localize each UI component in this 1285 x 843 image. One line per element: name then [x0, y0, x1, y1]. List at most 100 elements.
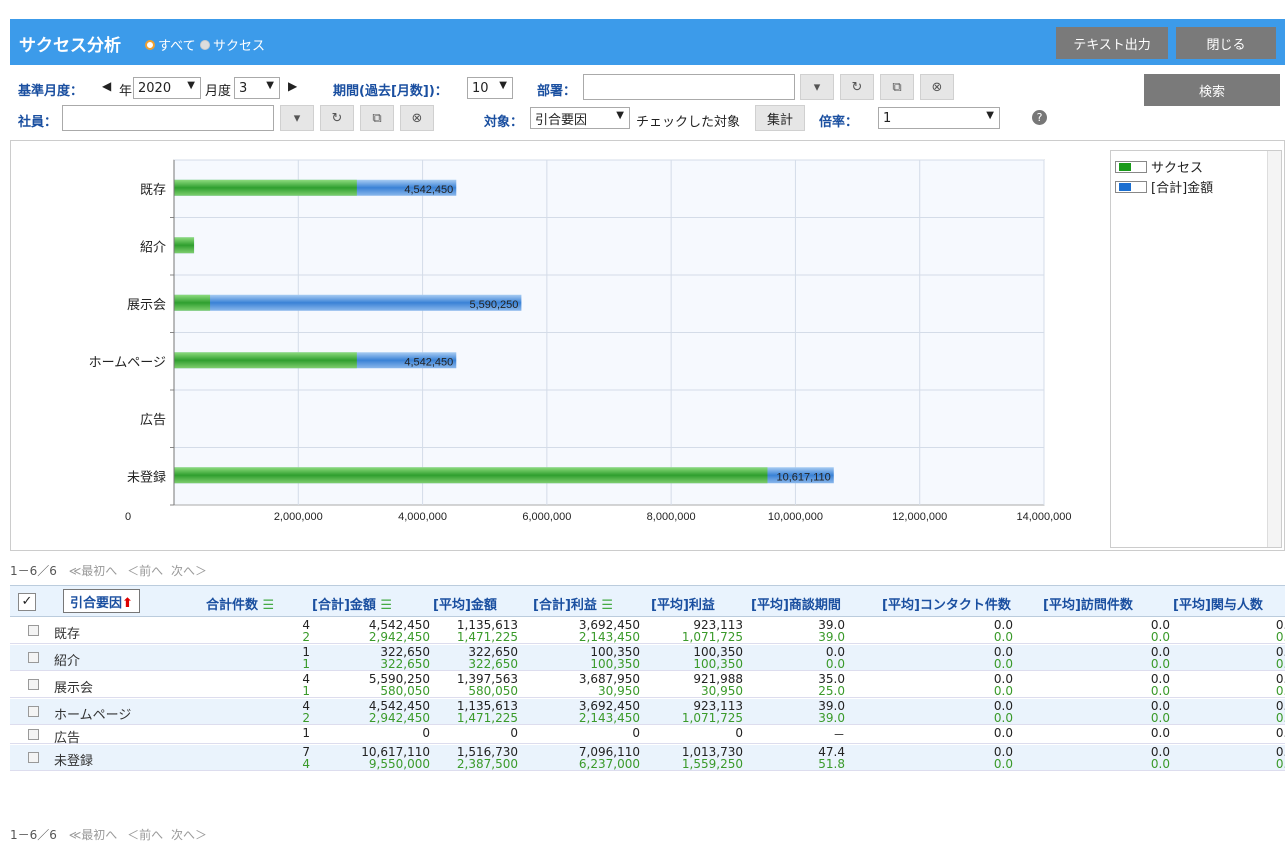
pager-next[interactable]: 次へ＞ [171, 828, 207, 842]
cell-success-value: 0.0 [1150, 757, 1170, 771]
next-month-icon[interactable]: ▶ [288, 79, 297, 93]
header-avg-profit[interactable]: [平均]利益 [651, 594, 715, 613]
legend-label: サクセス [1151, 161, 1204, 176]
year-value: 2020 [138, 80, 172, 96]
employee-dropdown-icon[interactable]: ▾ [280, 105, 314, 131]
cell-success-value: 0.0 [1150, 711, 1170, 725]
radio-all[interactable]: すべて [145, 35, 196, 54]
header-avg-period[interactable]: [平均]商談期間 [751, 594, 841, 613]
header-avg-visits[interactable]: [平均]訪問件数 [1043, 594, 1133, 613]
checked-target-label: チェックした対象 [636, 115, 741, 130]
cell-value: 0 [735, 726, 743, 740]
pager-bottom: 1－6／6 ≪最初へ ＜前へ 次へ＞ [10, 826, 207, 843]
help-icon[interactable]: ? [1032, 110, 1047, 125]
table-row[interactable]: 紹介 1 322,650 322,650 100,350 100,350 0.0 0.0 0.0… [10, 645, 1285, 671]
row-checkbox[interactable] [28, 706, 39, 717]
table-header: ✓ 引合要因⬆ 合計件数 ☰ [合計]金額 ☰ [平均]金額 [合計]利益 ☰ … [10, 585, 1285, 617]
row-name[interactable]: 広告 [54, 727, 80, 746]
aggregate-button[interactable]: 集計 [755, 105, 805, 131]
cell-success-value: 580,050 [380, 684, 430, 698]
pager-prev[interactable]: ＜前へ [127, 828, 163, 842]
table-row[interactable]: 未登録 7 10,617,110 1,516,730 7,096,110 1,013,73… [10, 745, 1285, 771]
year-select[interactable]: 2020 ▼ [133, 77, 201, 99]
row-checkbox[interactable] [28, 679, 39, 690]
row-name[interactable]: 既存 [54, 623, 80, 642]
header-avg-amount[interactable]: [平均]金額 [433, 594, 497, 613]
y-category-label: 広告 [140, 412, 166, 427]
employee-reset-icon[interactable]: ↻ [320, 105, 354, 131]
pager-first[interactable]: ≪最初へ [69, 828, 118, 842]
table-row[interactable]: 広告 1 0 0 0 0 － 0.0 0.0 0.0 [10, 726, 1285, 746]
radio-success[interactable]: サクセス [200, 35, 265, 54]
header-total-amount[interactable]: [合計]金額 ☰ [312, 594, 392, 613]
x-tick-label: 6,000,000 [522, 511, 571, 523]
cell-success-value: 2,143,450 [578, 711, 640, 725]
cell-success-value: 100,350 [590, 657, 640, 671]
pager-range: 1－6／6 [10, 828, 57, 842]
dropdown-arrow-icon: ▼ [616, 110, 624, 121]
header-avg-people[interactable]: [平均]関与人数 [1173, 594, 1263, 613]
cell-success-value: 51.8 [818, 757, 845, 771]
row-name[interactable]: 展示会 [54, 677, 93, 696]
title-bar: サクセス分析 すべて サクセス テキスト出力 閉じる [10, 19, 1285, 65]
dept-copy-icon[interactable]: ⧉ [880, 74, 914, 100]
table-row[interactable]: 展示会 4 5,590,250 1,397,563 3,687,950 921,988 35… [10, 672, 1285, 698]
employee-input[interactable] [62, 105, 274, 131]
cell-success-value: 1,471,225 [456, 711, 518, 725]
cell-success-value: 2 [302, 711, 310, 725]
pager-range: 1－6／6 [10, 564, 57, 578]
header-avg-contacts[interactable]: [平均]コンタクト件数 [882, 594, 1011, 613]
select-all-checkbox[interactable]: ✓ [18, 593, 36, 611]
row-name[interactable]: ホームページ [54, 704, 131, 723]
table-row[interactable]: 既存 4 4,542,450 1,135,613 3,692,450 923,113 39.… [10, 618, 1285, 644]
row-checkbox[interactable] [28, 652, 39, 663]
row-checkbox[interactable] [28, 729, 39, 740]
text-output-button[interactable]: テキスト出力 [1056, 27, 1168, 59]
y-category-label: 未登録 [127, 469, 166, 484]
dept-clear-icon[interactable]: ⊗ [920, 74, 954, 100]
dept-input[interactable] [583, 74, 795, 100]
pager-prev[interactable]: ＜前へ [127, 564, 163, 578]
x-tick-label: 2,000,000 [274, 511, 323, 523]
cell-success-value: 1,071,725 [681, 711, 743, 725]
prev-month-icon[interactable]: ◀ [102, 79, 111, 93]
cell-success-value: 322,650 [380, 657, 430, 671]
rate-select[interactable]: 1 ▼ [878, 107, 1000, 129]
cell-success-value: 0.0 [825, 657, 845, 671]
employee-clear-icon[interactable]: ⊗ [400, 105, 434, 131]
legend-color [1119, 182, 1131, 191]
pager-next[interactable]: 次へ＞ [171, 564, 207, 578]
table-row[interactable]: ホームページ 4 4,542,450 1,135,613 3,692,450 923,11… [10, 699, 1285, 725]
cell-success-value: 0.0 [1150, 630, 1170, 644]
cell-success-value: 9,550,000 [368, 757, 430, 771]
pager-first[interactable]: ≪最初へ [69, 564, 118, 578]
dept-dropdown-icon[interactable]: ▾ [800, 74, 834, 100]
cell-success-value: 0.0 [1150, 657, 1170, 671]
row-checkbox[interactable] [28, 752, 39, 763]
header-count[interactable]: 合計件数 ☰ [206, 594, 274, 613]
cell-success-value: 1,071,725 [681, 630, 743, 644]
employee-copy-icon[interactable]: ⧉ [360, 105, 394, 131]
target-select[interactable]: 引合要因 ▼ [530, 107, 630, 129]
month-select[interactable]: 3 ▼ [234, 77, 280, 99]
row-name[interactable]: 紹介 [54, 650, 80, 669]
bar-data-label: 4,542,450 [404, 356, 453, 368]
cell-success-value: 0.0 [1275, 757, 1285, 771]
target-label: 対象： [484, 115, 524, 130]
row-name[interactable]: 未登録 [54, 750, 93, 769]
period-select[interactable]: 10 ▼ [467, 77, 513, 99]
close-button[interactable]: 閉じる [1176, 27, 1276, 59]
sort-column-header[interactable]: 引合要因⬆ [63, 589, 140, 613]
cell-success-value: 39.0 [818, 630, 845, 644]
header-total-profit[interactable]: [合計]利益 ☰ [533, 594, 613, 613]
legend-scrollbar[interactable] [1267, 151, 1281, 547]
y-category-label: 展示会 [127, 297, 166, 312]
row-checkbox[interactable] [28, 625, 39, 636]
header-label: [合計]利益 [533, 598, 597, 613]
search-button[interactable]: 検索 [1144, 74, 1280, 106]
x-tick-label: 0 [125, 511, 131, 523]
dept-reset-icon[interactable]: ↻ [840, 74, 874, 100]
bar-data-label: 4,542,450 [404, 184, 453, 196]
cell-value: 0.0 [993, 726, 1013, 740]
dropdown-arrow-icon: ▼ [266, 80, 274, 91]
